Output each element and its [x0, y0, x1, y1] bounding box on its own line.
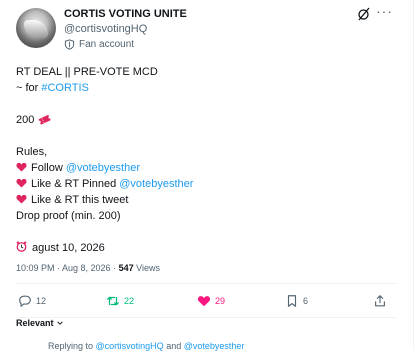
- tweet-detail: CORTIS VOTING UNITE @cortisvotingHQ Fan …: [0, 0, 414, 351]
- rule-3: Like & RT this tweet: [16, 192, 396, 208]
- tweet-text: RT DEAL || PRE-VOTE MCD ~ for #CORTIS 20…: [16, 64, 396, 256]
- avatar[interactable]: [16, 8, 56, 48]
- alarm-clock-icon: [16, 241, 27, 252]
- ticket-icon: [38, 114, 52, 125]
- rule-1-text: Follow: [31, 162, 66, 174]
- more-options-icon[interactable]: ···: [376, 3, 393, 19]
- like-button[interactable]: 29: [197, 294, 225, 308]
- sort-replies-dropdown[interactable]: Relevant: [16, 318, 64, 328]
- post-line-1: RT DEAL || PRE-VOTE MCD: [16, 66, 158, 78]
- mention-link[interactable]: @votebyesther: [66, 162, 140, 174]
- fan-account-label: Fan account: [64, 39, 134, 50]
- rule-2-text: Like & RT Pinned: [31, 178, 120, 190]
- chevron-down-icon: [57, 321, 63, 325]
- bookmark-button[interactable]: 6: [285, 294, 308, 308]
- views-count: 547: [118, 263, 134, 273]
- reply-button[interactable]: 12: [18, 294, 46, 308]
- like-count: 29: [215, 296, 226, 306]
- repost-button[interactable]: 22: [106, 294, 134, 308]
- author-name[interactable]: CORTIS VOTING UNITE: [64, 8, 187, 20]
- timestamp[interactable]: 10:09 PM · Aug 8, 2026 ·: [16, 263, 119, 273]
- share-icon: [375, 295, 385, 307]
- divider: [16, 283, 397, 284]
- rules-label: Rules,: [16, 146, 48, 158]
- reply-count: 12: [36, 296, 47, 306]
- bookmark-count: 6: [303, 296, 309, 306]
- shield-icon: [64, 39, 75, 50]
- rule-1: Follow @votebyesther: [16, 160, 396, 176]
- heart-icon: [16, 162, 27, 172]
- hashtag-link[interactable]: #CORTIS: [41, 82, 88, 94]
- tweet-header: CORTIS VOTING UNITE @cortisvotingHQ Fan …: [16, 3, 403, 56]
- reply-icon: [19, 295, 31, 307]
- rule-2: Like & RT Pinned @votebyesther: [16, 176, 396, 192]
- heart-icon: [16, 178, 27, 188]
- heart-icon: [16, 194, 27, 204]
- divider: [16, 317, 397, 318]
- share-button[interactable]: [373, 294, 391, 308]
- repost-count: 22: [124, 296, 135, 306]
- deadline-line: agust 10, 2026: [16, 240, 396, 256]
- count-value: 200: [16, 114, 35, 126]
- repost-icon: [107, 296, 119, 306]
- deadline-text: agust 10, 2026: [32, 242, 105, 254]
- like-icon: [197, 296, 211, 307]
- bookmark-icon: [287, 295, 297, 307]
- sort-label: Relevant: [16, 318, 54, 328]
- post-line-2: ~ for #CORTIS: [16, 80, 396, 96]
- mention-link[interactable]: @votebyesther: [119, 178, 193, 190]
- grok-icon[interactable]: [357, 7, 371, 21]
- action-bar: 12 22 29 6: [18, 294, 388, 310]
- fan-account-text: Fan account: [79, 39, 135, 50]
- post-line-2-prefix: ~ for: [16, 82, 42, 94]
- rule-3-text: Like & RT this tweet: [31, 194, 129, 206]
- count-line: 200: [16, 112, 396, 128]
- author-handle[interactable]: @cortisvotingHQ: [64, 23, 147, 35]
- views-label: Views: [133, 263, 160, 273]
- tweet-meta: 10:09 PM · Aug 8, 2026 · 547 Views: [16, 263, 160, 273]
- rule-4: Drop proof (min. 200): [16, 210, 121, 222]
